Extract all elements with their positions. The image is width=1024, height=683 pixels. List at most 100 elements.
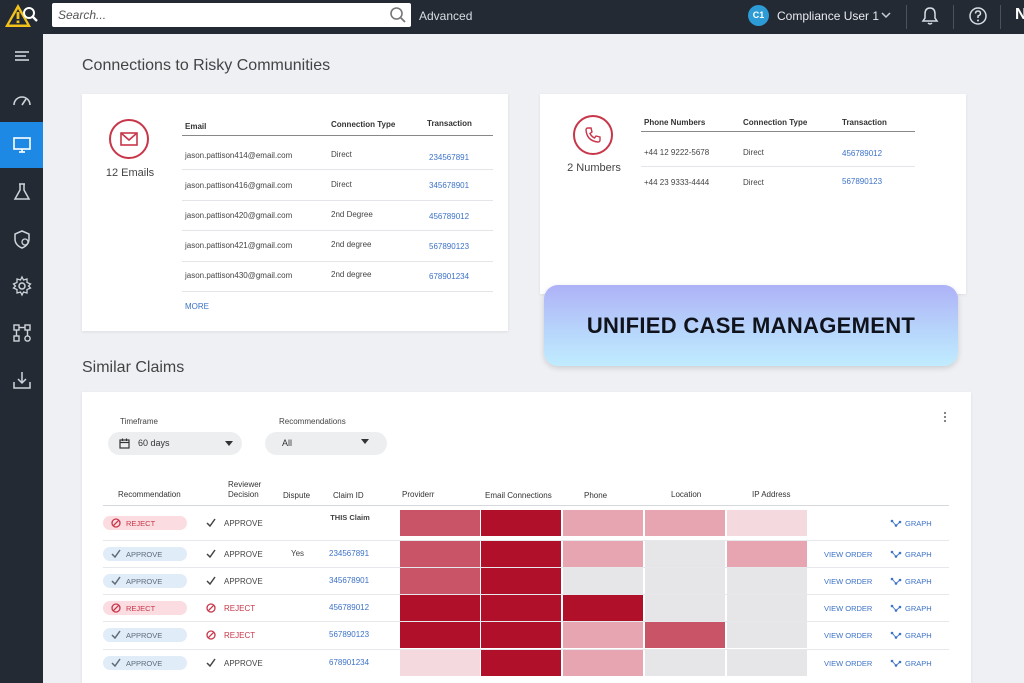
chevron-down-icon[interactable] bbox=[880, 9, 892, 21]
side-nav bbox=[0, 34, 43, 683]
col-provider: Providerr bbox=[402, 490, 435, 499]
check-icon bbox=[206, 658, 216, 668]
reviewer-decision: REJECT bbox=[206, 630, 255, 640]
nav-security[interactable] bbox=[0, 216, 43, 262]
phone-heat-cell bbox=[563, 650, 643, 676]
unified-case-management-banner: UNIFIED CASE MANAGEMENT bbox=[544, 285, 958, 366]
ban-icon bbox=[111, 518, 121, 528]
divider bbox=[953, 5, 954, 29]
ban-icon bbox=[206, 603, 216, 613]
email-circle bbox=[109, 119, 149, 159]
nav-download[interactable] bbox=[0, 357, 43, 403]
timeframe-dropdown[interactable]: 60 days bbox=[108, 432, 242, 455]
ip-heat-cell bbox=[727, 568, 807, 594]
recommendations-dropdown[interactable]: All bbox=[265, 432, 387, 455]
more-link[interactable]: MORE bbox=[185, 302, 209, 311]
graph-link[interactable]: GRAPH bbox=[890, 631, 932, 640]
calendar-icon bbox=[119, 438, 130, 449]
flask-icon bbox=[13, 183, 30, 200]
view-order-link[interactable]: VIEW ORDER bbox=[824, 604, 872, 613]
view-order-link[interactable]: VIEW ORDER bbox=[824, 577, 872, 586]
location-heat-cell bbox=[645, 541, 725, 567]
ip-heat-cell bbox=[727, 510, 807, 536]
recommendation-chip: REJECT bbox=[103, 516, 187, 530]
gear-icon bbox=[11, 275, 32, 297]
check-icon bbox=[111, 549, 121, 559]
help-icon[interactable] bbox=[968, 6, 988, 26]
reviewer-decision-label: APPROVE bbox=[224, 658, 263, 668]
location-heat-cell bbox=[645, 568, 725, 594]
graph-icon bbox=[890, 519, 902, 527]
email-count: 12 Emails bbox=[105, 167, 155, 179]
transaction-link[interactable]: 678901234 bbox=[429, 272, 469, 281]
phone-header: Phone Numbers bbox=[644, 118, 706, 127]
search-input[interactable] bbox=[58, 7, 378, 23]
nav-workflow[interactable] bbox=[0, 310, 43, 356]
graph-link[interactable]: GRAPH bbox=[890, 550, 932, 559]
claim-id-link[interactable]: 456789012 bbox=[329, 603, 369, 612]
claim-id-link[interactable]: 567890123 bbox=[329, 630, 369, 639]
search-icon[interactable] bbox=[389, 6, 407, 24]
col-reviewer-decision: Reviewer Decision bbox=[228, 480, 262, 499]
ban-icon bbox=[206, 630, 216, 640]
transaction-link[interactable]: 234567891 bbox=[429, 153, 469, 162]
timeframe-value: 60 days bbox=[138, 438, 170, 448]
transaction-link[interactable]: 456789012 bbox=[429, 212, 469, 221]
graph-label: GRAPH bbox=[905, 519, 932, 528]
email-header: Email bbox=[185, 122, 207, 131]
divider bbox=[906, 5, 907, 29]
graph-link[interactable]: GRAPH bbox=[890, 659, 932, 668]
connection-type-cell: 2nd degree bbox=[331, 270, 372, 279]
more-options-icon[interactable] bbox=[943, 411, 947, 423]
col-location: Location bbox=[671, 490, 702, 499]
col-phone: Phone bbox=[584, 491, 608, 500]
graph-link[interactable]: GRAPH bbox=[890, 519, 932, 528]
transaction-link[interactable]: 456789012 bbox=[842, 149, 882, 158]
connection-type-cell: Direct bbox=[743, 178, 764, 187]
claim-id-link[interactable]: 678901234 bbox=[329, 658, 369, 667]
phone-heat-cell bbox=[563, 595, 643, 621]
graph-link[interactable]: GRAPH bbox=[890, 577, 932, 586]
nav-settings[interactable] bbox=[0, 263, 43, 309]
nav-monitor[interactable] bbox=[0, 122, 43, 168]
transaction-link[interactable]: 345678901 bbox=[429, 181, 469, 190]
location-heat-cell bbox=[645, 622, 725, 648]
row-rule bbox=[182, 261, 493, 262]
nav-dashboard[interactable] bbox=[0, 77, 43, 123]
provider-heat-cell bbox=[400, 650, 480, 676]
location-heat-cell bbox=[645, 595, 725, 621]
transaction-link[interactable]: 567890123 bbox=[429, 242, 469, 251]
view-order-link[interactable]: VIEW ORDER bbox=[824, 550, 872, 559]
connection-type-cell: 2nd degree bbox=[331, 240, 372, 249]
phone-cell: +44 23 9333-4444 bbox=[644, 178, 710, 187]
bell-icon[interactable] bbox=[921, 6, 939, 26]
view-order-link[interactable]: VIEW ORDER bbox=[824, 659, 872, 668]
ip-heat-cell bbox=[727, 541, 807, 567]
transaction-link[interactable]: 567890123 bbox=[842, 177, 882, 186]
reviewer-decision-label: REJECT bbox=[224, 630, 256, 640]
graph-link[interactable]: GRAPH bbox=[890, 604, 932, 613]
claim-id-link[interactable]: 234567891 bbox=[329, 549, 369, 558]
check-icon bbox=[111, 658, 121, 668]
nav-menu[interactable] bbox=[0, 34, 43, 80]
recommendation-chip: REJECT bbox=[103, 601, 187, 615]
monitor-icon bbox=[12, 137, 31, 153]
view-order-link[interactable]: VIEW ORDER bbox=[824, 631, 872, 640]
nav-lab[interactable] bbox=[0, 169, 43, 215]
provider-heat-cell bbox=[400, 568, 480, 594]
graph-label: GRAPH bbox=[905, 604, 932, 613]
ip-heat-cell bbox=[727, 622, 807, 648]
phone-icon bbox=[585, 127, 601, 143]
reviewer-decision-label: REJECT bbox=[224, 603, 256, 613]
alert-logo-icon[interactable] bbox=[4, 2, 38, 30]
claim-id-link[interactable]: 345678901 bbox=[329, 576, 369, 585]
transaction-header: Transaction bbox=[427, 119, 472, 128]
shield-icon bbox=[13, 230, 30, 249]
user-name[interactable]: Compliance User 1 bbox=[777, 9, 879, 23]
banner-text: UNIFIED CASE MANAGEMENT bbox=[586, 312, 916, 338]
row-rule bbox=[182, 169, 493, 170]
phone-heat-cell bbox=[563, 510, 643, 536]
email-heat-cell bbox=[481, 622, 561, 648]
advanced-search-link[interactable]: Advanced bbox=[419, 9, 472, 23]
avatar[interactable]: C1 bbox=[748, 5, 769, 26]
